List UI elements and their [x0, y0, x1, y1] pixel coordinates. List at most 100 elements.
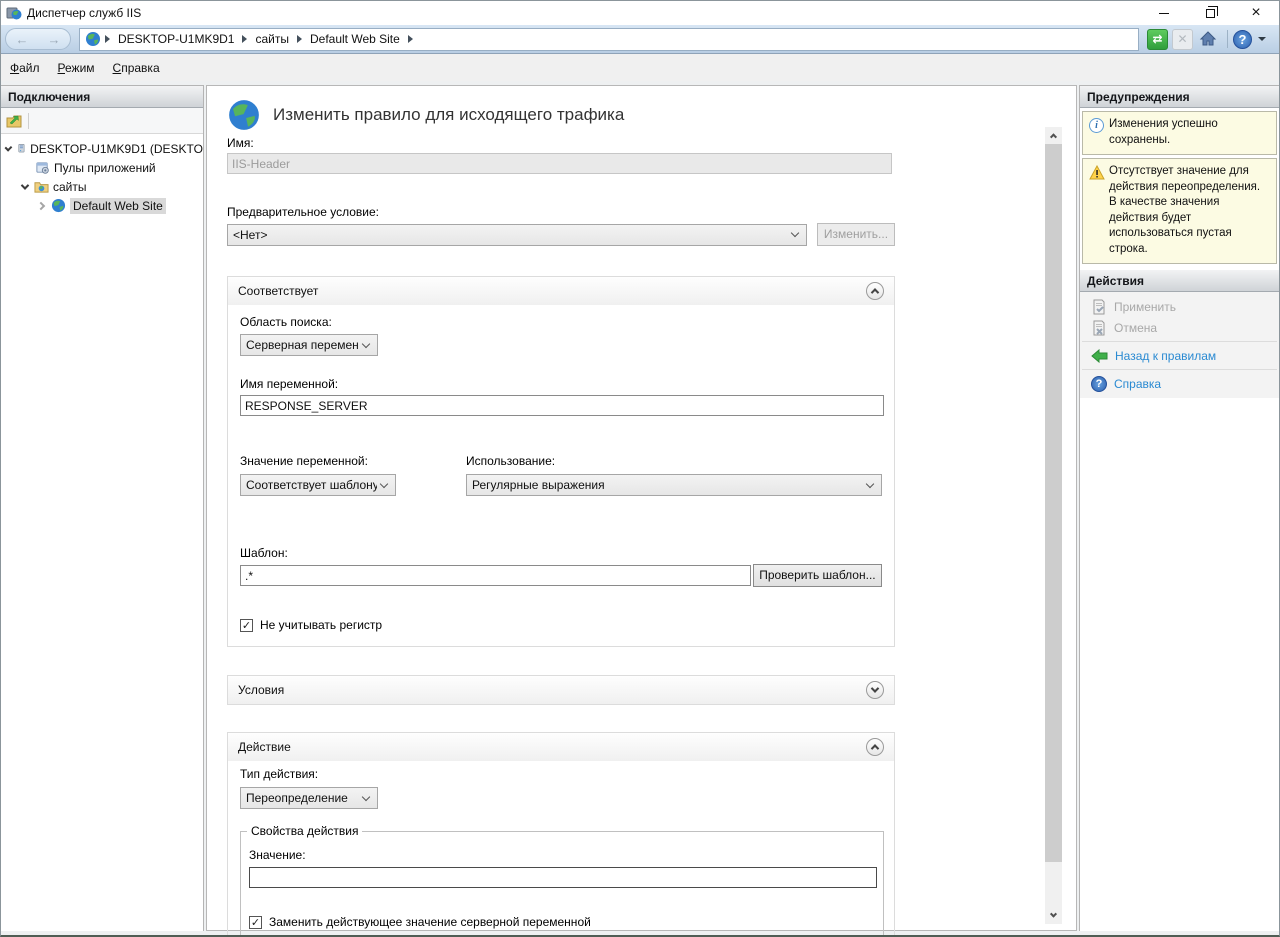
menu-view[interactable]: Режим: [49, 58, 104, 78]
menu-file[interactable]: Файл: [1, 58, 49, 78]
tree-row-app-pools[interactable]: Пулы приложений: [1, 158, 203, 177]
stop-button[interactable]: ✕: [1172, 29, 1193, 50]
refresh-icon: ⇄: [1152, 32, 1162, 46]
divider: [1082, 341, 1277, 342]
test-pattern-button[interactable]: Проверить шаблон...: [753, 564, 882, 587]
cancel-label: Отмена: [1114, 321, 1157, 335]
action-section-header[interactable]: Действие: [228, 733, 894, 761]
divider: [1227, 30, 1228, 48]
help-button[interactable]: ?: [1233, 30, 1252, 49]
connections-toolbar: [1, 108, 203, 134]
tree-row-server[interactable]: DESKTOP-U1MK9D1 (DESKTO: [1, 139, 203, 158]
conditions-section-header[interactable]: Условия: [228, 676, 894, 704]
variable-value-select[interactable]: Соответствует шаблону: [240, 474, 396, 496]
precondition-select[interactable]: <Нет>: [227, 224, 807, 246]
connections-header: Подключения: [1, 86, 203, 108]
cancel-action[interactable]: Отмена: [1080, 317, 1279, 338]
tree-row-sites[interactable]: сайты: [1, 177, 203, 196]
ignore-case-checkbox[interactable]: ✓: [240, 619, 253, 632]
edit-outbound-rule-form: Изменить правило для исходящего трафика …: [227, 96, 895, 937]
name-field[interactable]: [227, 153, 892, 174]
server-icon: [17, 141, 27, 156]
action-value-field[interactable]: [249, 867, 877, 888]
feature-page: Изменить правило для исходящего трафика …: [206, 85, 1077, 931]
info-alert-text: Изменения успешно сохранены.: [1109, 118, 1218, 146]
collapse-button[interactable]: [866, 738, 884, 756]
match-section-header[interactable]: Соответствует: [228, 277, 894, 305]
app-pools-icon: [35, 160, 50, 175]
vertical-scrollbar[interactable]: [1045, 127, 1062, 924]
pattern-field[interactable]: [240, 565, 751, 586]
chevron-up-icon: [1050, 133, 1057, 140]
title-bar: Диспетчер служб IIS ×: [1, 1, 1279, 25]
expander-down-icon[interactable]: [5, 143, 12, 150]
using-label: Использование:: [466, 454, 882, 468]
action-value-label: Значение:: [249, 848, 875, 862]
forward-button[interactable]: →: [48, 33, 61, 46]
stop-icon: ✕: [1177, 32, 1187, 46]
connections-panel: Подключения DESKTOP-U1MK9D1 (DESKTO Пулы…: [1, 85, 204, 931]
breadcrumb[interactable]: DESKTOP-U1MK9D1 сайты Default Web Site: [79, 28, 1139, 51]
expander-down-icon[interactable]: [21, 181, 29, 189]
scroll-up-button[interactable]: [1045, 127, 1062, 144]
chevron-down-icon: [362, 792, 370, 800]
tree-label-sites: сайты: [53, 180, 87, 194]
edit-precondition-button[interactable]: Изменить...: [817, 223, 895, 246]
site-globe-icon: [85, 31, 101, 47]
apply-label: Применить: [1114, 300, 1176, 314]
chevron-down-icon: [871, 684, 879, 692]
refresh-button[interactable]: ⇄: [1147, 29, 1168, 50]
chevron-down-icon: [362, 339, 370, 347]
breadcrumb-item-sites[interactable]: сайты: [255, 32, 289, 46]
conditions-section: Условия: [227, 675, 895, 705]
minimize-button[interactable]: [1141, 1, 1187, 25]
breadcrumb-separator-icon: [105, 35, 110, 43]
breadcrumb-item-site[interactable]: Default Web Site: [310, 32, 400, 46]
menu-help[interactable]: Справка: [104, 58, 169, 78]
variable-name-field[interactable]: [240, 395, 884, 416]
chevron-down-icon: [791, 229, 799, 237]
chevron-down-icon: [380, 479, 388, 487]
close-button[interactable]: ×: [1233, 1, 1279, 25]
page-title: Изменить правило для исходящего трафика: [273, 105, 624, 125]
back-to-rules-link[interactable]: Назад к правилам: [1080, 345, 1279, 366]
expander-right-icon[interactable]: [37, 201, 45, 209]
action-type-select[interactable]: Переопределение: [240, 787, 378, 809]
scope-select[interactable]: Серверная переменн: [240, 334, 378, 356]
chevron-up-icon: [871, 744, 879, 752]
action-type-label: Тип действия:: [240, 767, 882, 781]
warnings-header: Предупреждения: [1080, 86, 1279, 108]
back-button[interactable]: ←: [16, 33, 29, 46]
apply-action[interactable]: Применить: [1080, 296, 1279, 317]
home-icon: [1199, 30, 1217, 48]
restore-button[interactable]: [1187, 1, 1233, 25]
replace-value-checkbox[interactable]: ✓: [249, 916, 262, 929]
tree-label-default-web-site: Default Web Site: [70, 198, 166, 214]
apply-icon: [1091, 299, 1107, 315]
help-link[interactable]: ? Справка: [1080, 373, 1279, 394]
action-properties-legend: Свойства действия: [247, 824, 362, 838]
divider: [1082, 369, 1277, 370]
right-panel: Предупреждения i Изменения успешно сохра…: [1079, 85, 1280, 931]
help-icon: ?: [1239, 32, 1247, 47]
save-connection-icon[interactable]: [6, 113, 22, 129]
window-title: Диспетчер служб IIS: [27, 6, 141, 20]
precondition-label: Предварительное условие:: [227, 205, 895, 219]
close-icon: ×: [1251, 4, 1260, 22]
breadcrumb-separator-icon: [297, 35, 302, 43]
match-section: Соответствует Область поиска: Серверная …: [227, 276, 895, 647]
collapse-button[interactable]: [866, 282, 884, 300]
tree-row-default-web-site[interactable]: Default Web Site: [1, 196, 203, 215]
expand-button[interactable]: [866, 681, 884, 699]
warning-alert-text: Отсутствует значение для действия переоп…: [1109, 165, 1260, 255]
using-select[interactable]: Регулярные выражения: [466, 474, 882, 496]
home-button[interactable]: [1197, 29, 1218, 50]
scroll-down-button[interactable]: [1045, 907, 1062, 924]
chevron-up-icon: [871, 288, 879, 296]
variable-name-label: Имя переменной:: [240, 377, 882, 391]
help-label: Справка: [1114, 377, 1161, 391]
scrollbar-thumb[interactable]: [1045, 144, 1062, 862]
help-dropdown-icon[interactable]: [1258, 37, 1266, 41]
action-section: Действие Тип действия: Переопределение С…: [227, 732, 895, 937]
breadcrumb-item-server[interactable]: DESKTOP-U1MK9D1: [118, 32, 234, 46]
